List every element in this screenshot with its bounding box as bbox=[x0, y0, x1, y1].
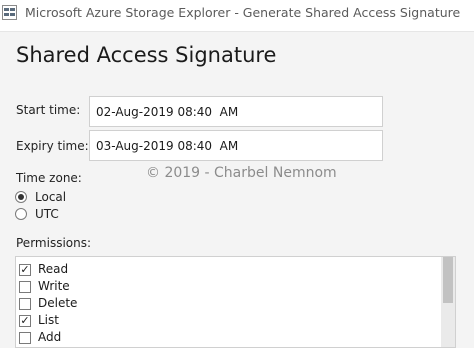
time-zone-utc-label: UTC bbox=[35, 207, 59, 221]
permission-list[interactable]: ✓ List bbox=[16, 312, 436, 329]
radio-button[interactable] bbox=[15, 191, 27, 203]
title-bar: Microsoft Azure Storage Explorer - Gener… bbox=[0, 0, 474, 31]
start-time-input[interactable] bbox=[89, 96, 383, 127]
permissions-label: Permissions: bbox=[16, 236, 92, 250]
expiry-time-input[interactable] bbox=[89, 130, 383, 161]
permissions-list: ✓ Read Write Delete ✓ List Add bbox=[15, 256, 456, 348]
copyright-watermark: © 2019 - Charbel Nemnom bbox=[146, 165, 337, 181]
checkbox[interactable] bbox=[19, 298, 31, 310]
checkbox[interactable] bbox=[19, 281, 31, 293]
time-zone-local-label: Local bbox=[35, 190, 67, 204]
start-time-label: Start time: bbox=[16, 103, 81, 117]
permission-label: Write bbox=[38, 279, 70, 293]
permission-read[interactable]: ✓ Read bbox=[16, 261, 436, 278]
permission-label: Add bbox=[38, 330, 62, 344]
permission-add[interactable]: Add bbox=[16, 329, 436, 346]
permission-write[interactable]: Write bbox=[16, 278, 436, 295]
generate-sas-dialog: Shared Access Signature Start time: Expi… bbox=[0, 31, 474, 348]
permissions-scrollbar[interactable] bbox=[441, 257, 455, 347]
time-zone-label: Time zone: bbox=[16, 171, 82, 185]
dialog-heading: Shared Access Signature bbox=[16, 43, 277, 67]
scrollbar-thumb[interactable] bbox=[443, 257, 453, 303]
storage-explorer-app-icon bbox=[2, 5, 17, 20]
checkbox[interactable] bbox=[19, 332, 31, 344]
permission-delete[interactable]: Delete bbox=[16, 295, 436, 312]
checkbox[interactable]: ✓ bbox=[19, 315, 31, 327]
permission-label: Read bbox=[38, 262, 69, 276]
checkbox[interactable]: ✓ bbox=[19, 264, 31, 276]
permission-label: List bbox=[38, 313, 59, 327]
window-title: Microsoft Azure Storage Explorer - Gener… bbox=[25, 5, 461, 20]
permission-label: Delete bbox=[38, 296, 78, 310]
expiry-time-label: Expiry time: bbox=[16, 139, 89, 153]
radio-button[interactable] bbox=[15, 208, 27, 220]
radio-selected-dot bbox=[18, 194, 24, 200]
